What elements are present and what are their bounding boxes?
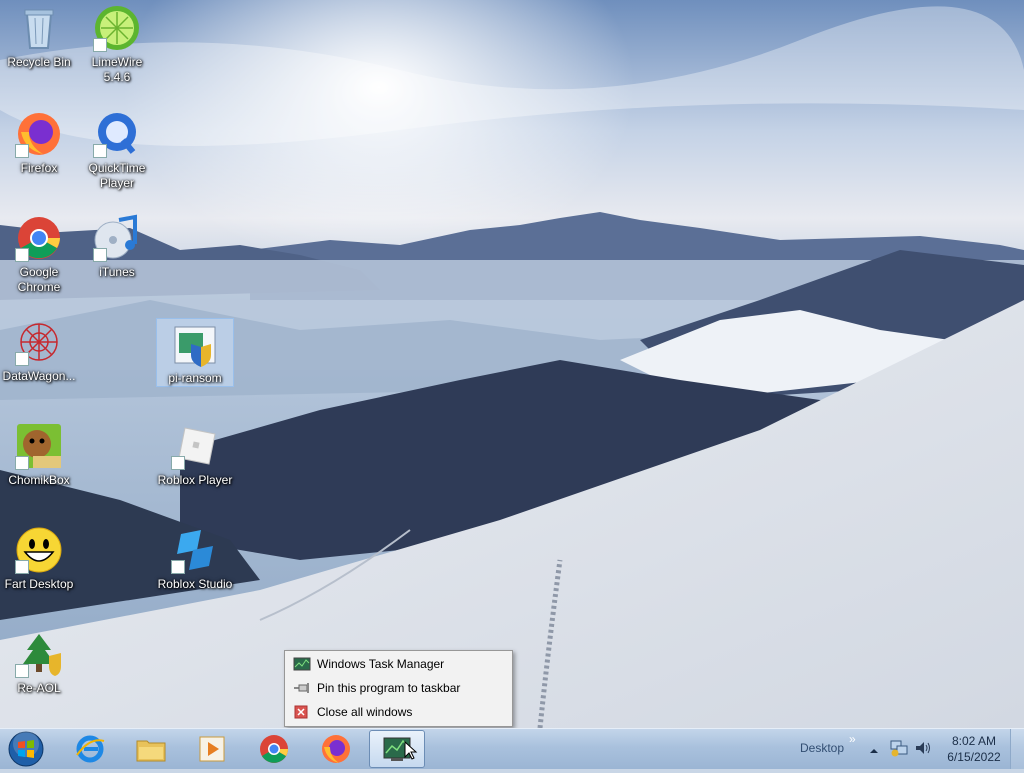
taskbar-file-explorer[interactable] xyxy=(123,730,179,768)
roblox-player-desktop-icon[interactable]: Roblox Player xyxy=(156,418,234,514)
task-manager-icon xyxy=(293,657,311,671)
icon-label: Firefox xyxy=(20,161,58,175)
taskbar: Desktop » 8:02 AM 6/15/2022 xyxy=(0,728,1024,769)
menu-item-pin-to-taskbar[interactable]: Pin this program to taskbar xyxy=(285,677,512,699)
icon-label: iTunes xyxy=(99,265,135,279)
shortcut-arrow-icon xyxy=(15,352,29,366)
chomikbox-desktop-icon[interactable]: ChomikBox xyxy=(0,418,78,514)
icon-label: QuickTime Player xyxy=(88,161,146,190)
limewire-desktop-icon[interactable]: LimeWire 5.4.6 xyxy=(78,0,156,96)
shortcut-arrow-icon xyxy=(93,144,107,158)
itunes-desktop-icon[interactable]: iTunes xyxy=(78,210,156,306)
desktop: Recycle Bin LimeWire 5.4.6 Firefox Quick… xyxy=(0,0,1024,728)
shortcut-arrow-icon xyxy=(15,248,29,262)
icon-label: Recycle Bin xyxy=(7,55,71,69)
menu-item-windows-task-manager[interactable]: Windows Task Manager xyxy=(285,653,512,675)
network-icon xyxy=(890,740,908,757)
icon-label: Roblox Studio xyxy=(157,577,233,591)
show-hidden-icons-button[interactable] xyxy=(869,743,879,761)
network-tray-icon[interactable] xyxy=(889,739,909,762)
mouse-cursor-icon xyxy=(404,741,418,760)
pin-icon xyxy=(293,681,311,695)
clock-time: 8:02 AM xyxy=(951,734,997,748)
icon-label: ChomikBox xyxy=(8,473,70,487)
shortcut-arrow-icon xyxy=(93,38,107,52)
menu-item-close-all-windows[interactable]: Close all windows xyxy=(285,701,512,723)
internet-explorer-icon xyxy=(76,735,105,763)
taskbar-firefox[interactable] xyxy=(308,730,364,768)
pi-ransom-desktop-icon[interactable]: pi-ransom xyxy=(156,318,234,387)
media-player-icon xyxy=(199,736,225,762)
clock-date: 6/15/2022 xyxy=(947,750,1001,764)
menu-item-label: Pin this program to taskbar xyxy=(317,681,461,695)
taskbar-internet-explorer[interactable] xyxy=(62,730,118,768)
icon-label: DataWagon... xyxy=(2,369,76,383)
icon-label: LimeWire 5.4.6 xyxy=(91,55,143,84)
firefox-icon xyxy=(322,735,350,763)
roblox-studio-desktop-icon[interactable]: Roblox Studio xyxy=(156,522,234,618)
re-aol-desktop-icon[interactable]: Re-AOL xyxy=(0,626,78,722)
recycle-bin-icon xyxy=(24,9,54,49)
file-explorer-icon xyxy=(136,740,166,762)
installer-shield-icon xyxy=(174,326,216,367)
chrome-icon xyxy=(260,735,288,763)
triangle-up-icon xyxy=(870,749,878,753)
menu-item-label: Windows Task Manager xyxy=(317,657,445,671)
windows-start-icon xyxy=(8,731,44,767)
datawagon-desktop-icon[interactable]: DataWagon... xyxy=(0,314,78,410)
google-chrome-desktop-icon[interactable]: Google Chrome xyxy=(0,210,78,306)
icon-label: Google Chrome xyxy=(17,265,61,294)
start-button[interactable] xyxy=(6,730,46,768)
shortcut-arrow-icon xyxy=(93,248,107,262)
shortcut-arrow-icon xyxy=(171,560,185,574)
toolbar-chevron-icon[interactable]: » xyxy=(849,732,856,746)
speaker-icon xyxy=(916,742,930,754)
recycle-bin-desktop-icon[interactable]: Recycle Bin xyxy=(0,0,78,96)
firefox-desktop-icon[interactable]: Firefox xyxy=(0,106,78,202)
shortcut-arrow-icon xyxy=(15,560,29,574)
taskbar-jump-list-menu: Windows Task Manager Pin this program to… xyxy=(284,650,513,727)
close-icon xyxy=(293,705,311,719)
menu-item-label: Close all windows xyxy=(317,705,413,719)
volume-tray-icon[interactable] xyxy=(914,740,932,761)
taskbar-media-player[interactable] xyxy=(184,730,240,768)
icon-label: pi-ransom xyxy=(168,371,222,385)
taskbar-chrome[interactable] xyxy=(246,730,302,768)
fart-desktop-desktop-icon[interactable]: Fart Desktop xyxy=(0,522,78,618)
icon-label: Re-AOL xyxy=(17,681,61,695)
shortcut-arrow-icon xyxy=(15,456,29,470)
icon-label: Fart Desktop xyxy=(4,577,74,591)
shortcut-arrow-icon xyxy=(15,144,29,158)
show-desktop-button[interactable] xyxy=(1010,729,1024,769)
system-clock[interactable]: 8:02 AM 6/15/2022 xyxy=(944,733,1004,765)
shortcut-arrow-icon xyxy=(15,664,29,678)
shortcut-arrow-icon xyxy=(171,456,185,470)
icon-label: Roblox Player xyxy=(157,473,233,487)
quicktime-desktop-icon[interactable]: QuickTime Player xyxy=(78,106,156,202)
taskbar-task-manager[interactable] xyxy=(369,730,425,768)
desktop-toolbar-label[interactable]: Desktop xyxy=(800,741,844,755)
